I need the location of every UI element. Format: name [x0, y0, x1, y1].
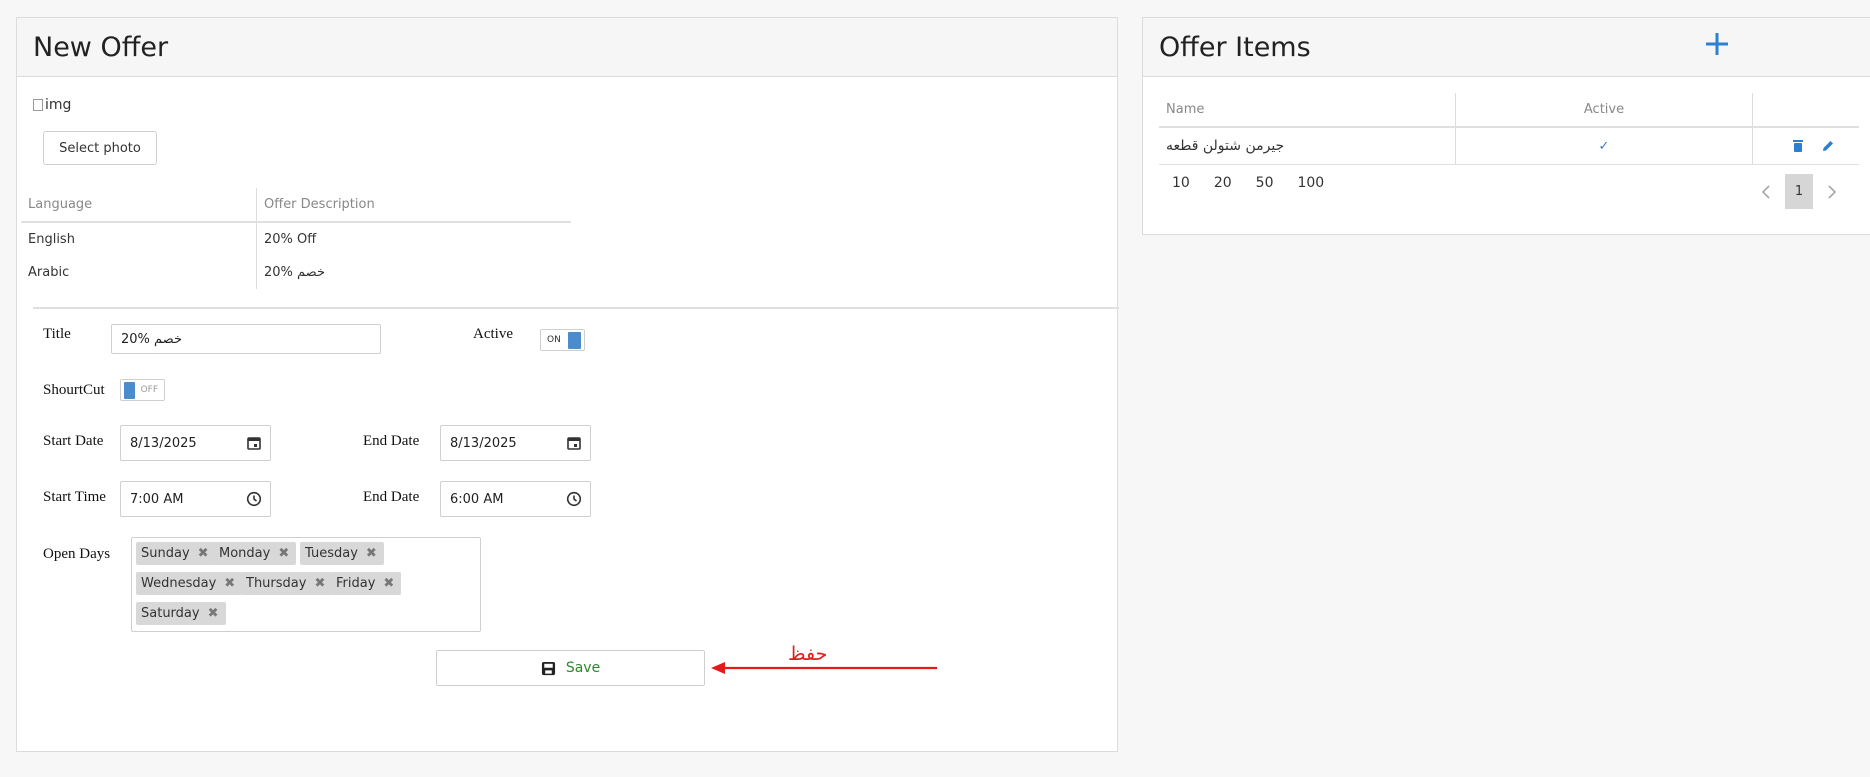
delete-icon[interactable] [1791, 139, 1805, 153]
active-toggle[interactable]: ON [540, 329, 585, 351]
calendar-icon[interactable] [566, 435, 582, 451]
page-size-selector: 10 20 50 100 [1172, 175, 1324, 191]
remove-tag-icon[interactable]: ✖ [314, 576, 325, 591]
new-offer-header: New Offer [17, 18, 1117, 77]
day-tag-thursday: Thursday ✖ [241, 572, 333, 595]
tag-label: Wednesday [141, 576, 217, 591]
toggle-state-text: ON [547, 335, 561, 345]
shortcut-label: ShourtCut [43, 382, 105, 398]
start-time-picker[interactable]: 7:00 AM [120, 481, 271, 517]
toggle-state-text: OFF [140, 385, 158, 395]
day-tag-friday: Friday ✖ [331, 572, 402, 595]
tag-label: Friday [336, 576, 376, 591]
day-tag-wednesday: Wednesday ✖ [136, 572, 243, 595]
shortcut-toggle[interactable]: OFF [120, 379, 165, 401]
table-row[interactable]: English 20% Off [21, 222, 571, 256]
tag-label: Monday [219, 546, 271, 561]
end-date-picker[interactable]: 8/13/2025 [440, 425, 591, 461]
page-size-option[interactable]: 100 [1297, 175, 1324, 191]
page-size-option[interactable]: 10 [1172, 175, 1190, 191]
active-label: Active [473, 326, 513, 342]
column-header-name: Name [1159, 93, 1456, 128]
open-days-label: Open Days [43, 546, 111, 562]
save-label: Save [565, 660, 601, 676]
item-actions-cell [1752, 127, 1859, 165]
item-name-cell: جيرمن شتولن قطعه [1166, 138, 1285, 154]
tag-label: Thursday [246, 576, 307, 591]
add-item-button[interactable] [1704, 31, 1730, 57]
tag-label: Tuesday [305, 546, 358, 561]
start-date-value: 8/13/2025 [130, 435, 197, 451]
day-tag-monday: Monday ✖ [214, 542, 297, 565]
start-date-label: Start Date [43, 433, 104, 449]
title-label: Title [43, 326, 71, 342]
remove-tag-icon[interactable]: ✖ [383, 576, 394, 591]
remove-tag-icon[interactable]: ✖ [208, 606, 219, 621]
chevron-right-icon[interactable] [1827, 184, 1837, 200]
pagination: 1 [1761, 174, 1837, 209]
end-time-value: 6:00 AM [450, 491, 504, 507]
end-time-picker[interactable]: 6:00 AM [440, 481, 591, 517]
select-photo-button[interactable]: Select photo [43, 131, 157, 165]
open-days-multiselect[interactable]: Sunday ✖ Monday ✖ Tuesday ✖ Wednesday ✖ … [131, 537, 481, 632]
calendar-icon[interactable] [246, 435, 262, 451]
end-time-label: End Date [363, 489, 420, 505]
table-row[interactable]: جيرمن شتولن قطعه ✓ [1159, 127, 1859, 165]
tag-label: Saturday [141, 606, 200, 621]
annotation-arrow [711, 662, 937, 674]
day-tag-tuesday: Tuesday ✖ [300, 542, 384, 565]
section-divider [33, 307, 1119, 309]
page-size-option[interactable]: 20 [1214, 175, 1232, 191]
toggle-knob [568, 331, 581, 349]
description-cell[interactable]: 20% Off [256, 222, 571, 256]
current-page-button[interactable]: 1 [1785, 174, 1813, 209]
day-tag-sunday: Sunday ✖ [136, 542, 216, 565]
start-date-picker[interactable]: 8/13/2025 [120, 425, 271, 461]
description-cell[interactable]: 20% خصم [256, 256, 571, 289]
day-tag-saturday: Saturday ✖ [136, 602, 226, 625]
floppy-disk-icon [541, 661, 555, 675]
chevron-left-icon[interactable] [1761, 184, 1771, 200]
tag-label: Sunday [141, 546, 190, 561]
clock-icon[interactable] [246, 491, 262, 507]
language-cell: Arabic [28, 265, 70, 280]
column-header-language: Language [21, 188, 257, 223]
page-size-option[interactable]: 50 [1256, 175, 1274, 191]
broken-image-icon [33, 99, 43, 111]
remove-tag-icon[interactable]: ✖ [198, 546, 209, 561]
offer-items-table: Name Active جيرمن شتولن قطعه ✓ [1159, 93, 1859, 165]
column-header-actions [1752, 93, 1859, 128]
end-date-value: 8/13/2025 [450, 435, 517, 451]
offer-items-panel: Offer Items Name Active جيرمن شتولن قطعه… [1142, 17, 1870, 235]
toggle-knob [124, 381, 135, 399]
offer-description-table: Language Offer Description English 20% O… [21, 188, 571, 289]
image-alt-text: img [45, 97, 72, 113]
clock-icon[interactable] [566, 491, 582, 507]
edit-icon[interactable] [1821, 139, 1835, 153]
start-time-value: 7:00 AM [130, 491, 184, 507]
remove-tag-icon[interactable]: ✖ [224, 576, 235, 591]
start-time-label: Start Time [43, 489, 106, 505]
column-header-active: Active [1455, 93, 1753, 128]
end-date-label: End Date [363, 433, 420, 449]
save-button[interactable]: Save [436, 650, 705, 686]
title-input[interactable]: 20% خصم [111, 324, 381, 354]
new-offer-title: New Offer [33, 31, 169, 63]
language-cell: English [28, 232, 75, 247]
offer-items-header: Offer Items [1143, 18, 1870, 77]
new-offer-panel: New Offer img Select photo Language Offe… [16, 17, 1119, 752]
item-active-cell: ✓ [1455, 127, 1753, 165]
offer-image: img [33, 97, 71, 113]
remove-tag-icon[interactable]: ✖ [366, 546, 377, 561]
remove-tag-icon[interactable]: ✖ [278, 546, 289, 561]
offer-items-title: Offer Items [1159, 31, 1311, 63]
table-row[interactable]: Arabic 20% خصم [21, 256, 571, 289]
plus-icon[interactable] [1704, 30, 1730, 62]
column-header-offer-description: Offer Description [256, 188, 571, 223]
